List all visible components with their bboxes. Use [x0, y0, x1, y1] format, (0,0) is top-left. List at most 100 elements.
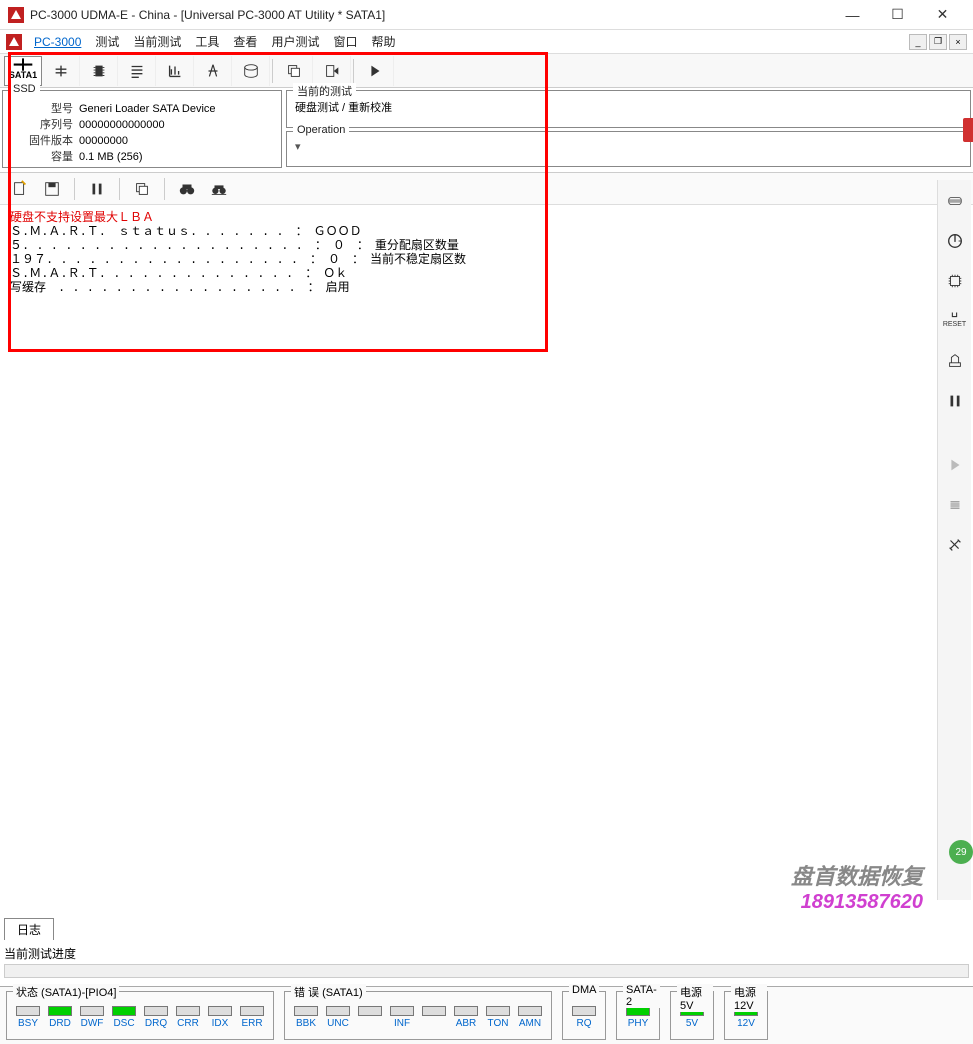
tool-chip-icon[interactable]: [80, 56, 118, 86]
play2-icon[interactable]: [942, 452, 968, 478]
operation-panel: Operation ▾: [286, 131, 971, 167]
annotation-tab: [963, 118, 973, 142]
led-indicator: [358, 1006, 382, 1016]
led-label: DWF: [81, 1018, 104, 1029]
watermark-line2: 18913587620: [791, 891, 923, 914]
led-indicator: [240, 1006, 264, 1016]
led-indicator: [16, 1006, 40, 1016]
model-value: Generi Loader SATA Device: [79, 101, 216, 117]
status-group-title: 状态 (SATA1)-[PIO4]: [13, 984, 119, 1000]
status-group-title: SATA-2: [623, 984, 660, 1008]
chip2-icon[interactable]: [942, 268, 968, 294]
status-led-ton: TON: [483, 1006, 513, 1037]
menu-help[interactable]: 帮助: [365, 31, 401, 52]
copy-icon[interactable]: [128, 176, 156, 202]
menu-test[interactable]: 测试: [89, 31, 125, 52]
menu-current-test[interactable]: 当前测试: [127, 31, 187, 52]
new-icon[interactable]: [6, 176, 34, 202]
led-label: ABR: [456, 1018, 477, 1029]
menu-usertest[interactable]: 用户测试: [265, 31, 325, 52]
right-toolbar: ┗┛RESET: [937, 180, 971, 900]
led-indicator: [326, 1006, 350, 1016]
titlebar: PC-3000 UDMA-E - China - [Universal PC-3…: [0, 0, 973, 30]
sata1-button[interactable]: ━╋━ SATA1: [4, 56, 42, 86]
power-icon[interactable]: [942, 228, 968, 254]
main-toolbar: ━╋━ SATA1: [0, 54, 973, 88]
menu-pc3000[interactable]: PC-3000: [28, 33, 87, 51]
current-test-panel: 当前的测试 硬盘测试 / 重新校准: [286, 90, 971, 128]
menu-view[interactable]: 查看: [227, 31, 263, 52]
cap-value: 0.1 MB (256): [79, 149, 143, 165]
tool-chart-icon[interactable]: [156, 56, 194, 86]
led-label: 12V: [737, 1018, 755, 1029]
settings-icon[interactable]: [942, 532, 968, 558]
secondary-toolbar: [0, 173, 973, 205]
led-indicator: [422, 1006, 446, 1016]
model-label: 型号: [9, 101, 79, 117]
status-led-crr: CRR: [173, 1006, 203, 1037]
operation-dropdown[interactable]: ▾: [295, 140, 962, 153]
progress-bar: [4, 964, 969, 978]
serial-label: 序列号: [9, 117, 79, 133]
tool3-icon[interactable]: [942, 348, 968, 374]
tool-play-icon[interactable]: [356, 56, 394, 86]
status-led-rq: RQ: [569, 1006, 599, 1037]
watermark: 盘首数据恢复 18913587620: [791, 859, 923, 914]
status-led-blank: [419, 1006, 449, 1037]
save-icon[interactable]: [38, 176, 66, 202]
led-label: UNC: [327, 1018, 349, 1029]
operation-title: Operation: [293, 124, 349, 136]
led-label: BBK: [296, 1018, 316, 1029]
binoculars-icon[interactable]: [173, 176, 201, 202]
log-line: １９７. . . . . . . . . . . . . . . . . . ：…: [10, 253, 466, 267]
tool-copy-icon[interactable]: [275, 56, 313, 86]
tool-icon-1[interactable]: [42, 56, 80, 86]
pause-icon[interactable]: [83, 176, 111, 202]
led-indicator: [294, 1006, 318, 1016]
scroll-icon[interactable]: [942, 188, 968, 214]
current-test-title: 当前的测试: [293, 83, 356, 99]
status-group-title: DMA: [569, 984, 599, 996]
maximize-button[interactable]: ☐: [875, 1, 920, 29]
mdi-minimize-button[interactable]: _: [909, 34, 927, 50]
led-indicator: [454, 1006, 478, 1016]
mdi-close-button[interactable]: ×: [949, 34, 967, 50]
led-indicator: [48, 1006, 72, 1016]
tool-exit-icon[interactable]: [313, 56, 351, 86]
pause2-icon[interactable]: [942, 388, 968, 414]
info-row: ▾ SSD 型号Generi Loader SATA Device 序列号000…: [0, 88, 973, 173]
led-label: IDX: [212, 1018, 229, 1029]
led-indicator: [208, 1006, 232, 1016]
tool-disk-icon[interactable]: [232, 56, 270, 86]
minimize-button[interactable]: —: [830, 1, 875, 29]
log-line: Ｓ.Ｍ.Ａ.Ｒ.Ｔ. ｓｔａｔｕｓ. . . . . . . ： ＧＯＯＤ: [10, 225, 362, 239]
led-label: TON: [488, 1018, 509, 1029]
status-led-bsy: BSY: [13, 1006, 43, 1037]
notification-badge[interactable]: 29: [949, 840, 973, 864]
chip3-icon[interactable]: [942, 492, 968, 518]
menu-tools[interactable]: 工具: [189, 31, 225, 52]
reset-icon[interactable]: ┗┛RESET: [942, 308, 968, 334]
status-group-title: 电源 12V: [731, 984, 767, 1012]
status-led-inf: INF: [387, 1006, 417, 1037]
menu-window[interactable]: 窗口: [327, 31, 363, 52]
app-icon: [8, 7, 24, 23]
status-group-sata2: SATA-2 PHY: [616, 991, 660, 1040]
ssd-panel-title: SSD: [9, 83, 40, 95]
binoculars-next-icon[interactable]: [205, 176, 233, 202]
status-bar: 状态 (SATA1)-[PIO4] BSYDRDDWFDSCDRQCRRIDXE…: [0, 986, 973, 1044]
expand-icon[interactable]: ▾: [0, 101, 3, 111]
tool-list-icon[interactable]: [118, 56, 156, 86]
log-area: 硬盘不支持设置最大ＬＢＡ Ｓ.Ｍ.Ａ.Ｒ.Ｔ. ｓｔａｔｕｓ. . . . . …: [0, 205, 973, 905]
progress-label: 当前测试进度: [4, 945, 76, 962]
mdi-restore-button[interactable]: ❐: [929, 34, 947, 50]
close-button[interactable]: ✕: [920, 1, 965, 29]
led-indicator: [486, 1006, 510, 1016]
log-error-line: 硬盘不支持设置最大ＬＢＡ: [10, 211, 154, 225]
status-led-dwf: DWF: [77, 1006, 107, 1037]
tool-compass-icon[interactable]: [194, 56, 232, 86]
current-test-value: 硬盘测试 / 重新校准: [295, 99, 962, 115]
led-indicator: [176, 1006, 200, 1016]
tab-log[interactable]: 日志: [4, 918, 54, 940]
status-group-title: 电源 5V: [677, 984, 713, 1012]
